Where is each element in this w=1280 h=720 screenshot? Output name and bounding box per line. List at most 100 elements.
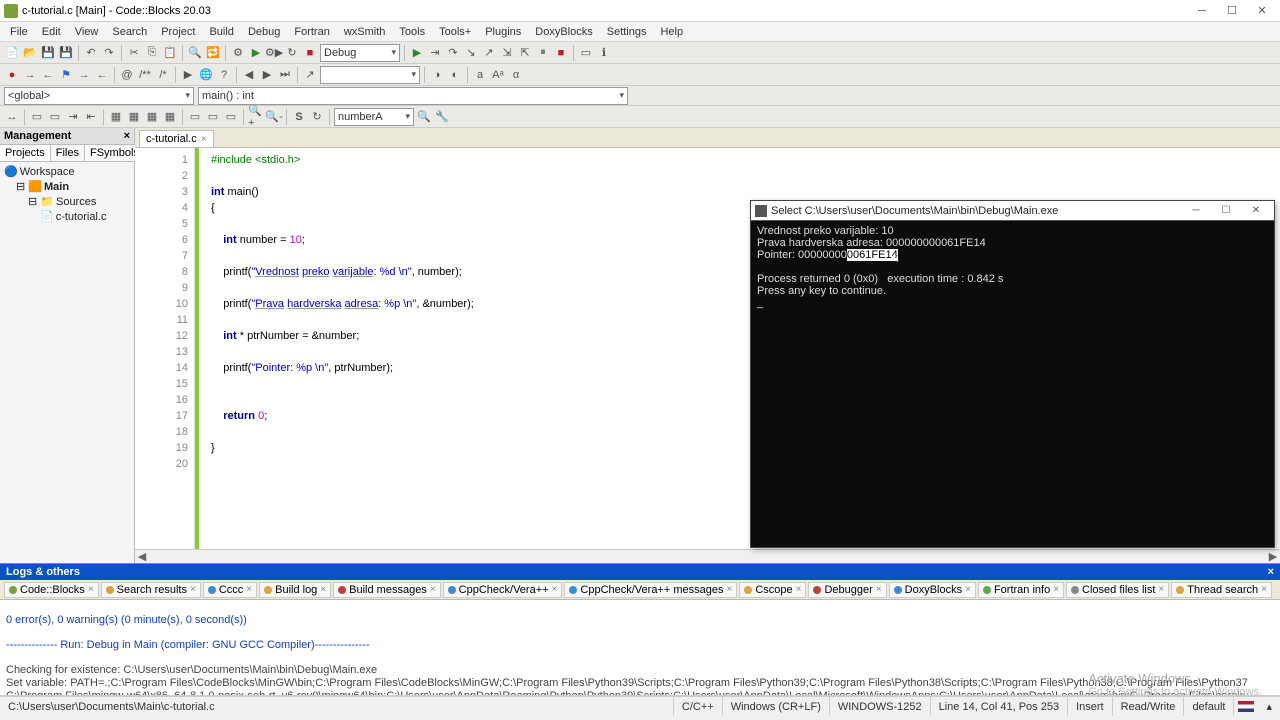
build-run-icon[interactable]: ⚙▶ (266, 45, 282, 61)
log-tab-debugger[interactable]: Debugger × (808, 582, 886, 598)
bp-next-icon[interactable]: → (22, 67, 38, 83)
zoom-out-icon[interactable]: 🔍- (266, 109, 282, 125)
mgmt-tab-files[interactable]: Files (51, 145, 85, 161)
editor-hscroll[interactable]: ◀▶ (135, 549, 1280, 563)
bp-prev-icon[interactable]: ← (40, 67, 56, 83)
menu-build[interactable]: Build (203, 24, 239, 40)
logs-close-icon[interactable]: × (1268, 566, 1274, 578)
text-a-icon[interactable]: a (472, 67, 488, 83)
doxy-chm-icon[interactable]: ? (216, 67, 232, 83)
doxy-run-icon[interactable]: ▶ (180, 67, 196, 83)
unindent-icon[interactable]: ⇤ (83, 109, 99, 125)
save-all-icon[interactable]: 💾 (58, 45, 74, 61)
step-out-icon[interactable]: ↗ (481, 45, 497, 61)
cont-block-icon[interactable]: ▭ (205, 109, 221, 125)
new-file-icon[interactable]: 📄 (4, 45, 20, 61)
tree-project[interactable]: ⊟ 🟧 Main (4, 179, 130, 194)
replace-icon[interactable]: 🔁 (205, 45, 221, 61)
minimize-button[interactable]: ─ (1188, 3, 1216, 19)
maximize-button[interactable]: ☐ (1218, 3, 1246, 19)
management-close-icon[interactable]: × (124, 130, 130, 142)
log-tab-doxyblocks[interactable]: DoxyBlocks × (889, 582, 976, 598)
scope-combo[interactable]: <global> (4, 87, 194, 105)
status-expand-icon[interactable]: ▴ (1258, 697, 1280, 716)
symbol-combo[interactable]: numberA (334, 108, 414, 126)
debug-windows-icon[interactable]: ▭ (578, 45, 594, 61)
select-icon[interactable]: ▭ (29, 109, 45, 125)
abort-icon[interactable]: ■ (302, 45, 318, 61)
log-tab-code-blocks[interactable]: Code::Blocks × (4, 582, 99, 598)
jump-combo[interactable] (320, 66, 420, 84)
menu-tools+[interactable]: Tools+ (433, 24, 477, 40)
menu-settings[interactable]: Settings (601, 24, 653, 40)
text-a-up-icon[interactable]: Aᵃ (490, 67, 506, 83)
menu-file[interactable]: File (4, 24, 34, 40)
lang-flag-icon[interactable] (1238, 701, 1254, 712)
tree-file[interactable]: 📄 c-tutorial.c (4, 209, 130, 224)
strike-icon[interactable]: S (291, 109, 307, 125)
log-output[interactable]: 0 error(s), 0 warning(s) (0 minute(s), 0… (0, 600, 1280, 696)
editor-tab[interactable]: c-tutorial.c× (139, 130, 214, 147)
block4-icon[interactable]: ▦ (162, 109, 178, 125)
tree-folder[interactable]: ⊟ 📁 Sources (4, 194, 130, 209)
sym-opts-icon[interactable]: 🔧 (434, 109, 450, 125)
debug-start-icon[interactable]: ▶ (409, 45, 425, 61)
mgmt-tab-projects[interactable]: Projects (0, 145, 51, 161)
block-icon[interactable]: ▦ (108, 109, 124, 125)
log-tab-cppcheck-vera-messages[interactable]: CppCheck/Vera++ messages × (564, 582, 737, 598)
nav-last-icon[interactable]: ⏭ (277, 67, 293, 83)
log-tab-search-results[interactable]: Search results × (101, 582, 201, 598)
console-titlebar[interactable]: Select C:\Users\user\Documents\Main\bin\… (751, 201, 1274, 221)
menu-debug[interactable]: Debug (242, 24, 286, 40)
menu-wxsmith[interactable]: wxSmith (338, 24, 392, 40)
block2-icon[interactable]: ▦ (126, 109, 142, 125)
bookmark-next-icon[interactable]: → (76, 67, 92, 83)
selection-icon[interactable]: ◐ (447, 67, 463, 83)
highlight-icon[interactable]: ◑ (429, 67, 445, 83)
log-tab-thread-search[interactable]: Thread search × (1171, 582, 1272, 598)
break-block-icon[interactable]: ▭ (187, 109, 203, 125)
zoom-in-icon[interactable]: 🔍+ (248, 109, 264, 125)
menu-tools[interactable]: Tools (393, 24, 431, 40)
log-tab-build-log[interactable]: Build log × (259, 582, 331, 598)
indent-icon[interactable]: ⇥ (65, 109, 81, 125)
menu-fortran[interactable]: Fortran (288, 24, 335, 40)
tree-workspace[interactable]: 🔵 Workspace (4, 164, 130, 179)
text-alpha-icon[interactable]: α (508, 67, 524, 83)
run-to-cursor-icon[interactable]: ⇥ (427, 45, 443, 61)
paste-icon[interactable]: 📋 (162, 45, 178, 61)
open-icon[interactable]: 📂 (22, 45, 38, 61)
log-tab-cscope[interactable]: Cscope × (739, 582, 806, 598)
step-over-icon[interactable]: ↷ (445, 45, 461, 61)
menu-project[interactable]: Project (155, 24, 201, 40)
log-tab-build-messages[interactable]: Build messages × (333, 582, 441, 598)
sym-search-icon[interactable]: 🔍 (416, 109, 432, 125)
log-tab-closed-files-list[interactable]: Closed files list × (1066, 582, 1169, 598)
console-window[interactable]: Select C:\Users\user\Documents\Main\bin\… (750, 200, 1275, 548)
jump-icon[interactable]: ↗ (302, 67, 318, 83)
menu-edit[interactable]: Edit (36, 24, 67, 40)
save-icon[interactable]: 💾 (40, 45, 56, 61)
select2-icon[interactable]: ▭ (47, 109, 63, 125)
refresh-icon[interactable]: ↻ (309, 109, 325, 125)
rebuild-icon[interactable]: ↻ (284, 45, 300, 61)
bookmark-prev-icon[interactable]: ← (94, 67, 110, 83)
tab-close-icon[interactable]: × (201, 134, 207, 145)
doxy-html-icon[interactable]: 🌐 (198, 67, 214, 83)
undo-icon[interactable]: ↶ (83, 45, 99, 61)
close-button[interactable]: ✕ (1248, 3, 1276, 19)
code-area[interactable]: #include <stdio.h>int main(){ int number… (201, 148, 478, 549)
step-into-icon[interactable]: ↘ (463, 45, 479, 61)
redo-icon[interactable]: ↷ (101, 45, 117, 61)
menu-plugins[interactable]: Plugins (479, 24, 527, 40)
break-icon[interactable]: ⏸ (535, 45, 551, 61)
into-instr-icon[interactable]: ⇱ (517, 45, 533, 61)
next-instr-icon[interactable]: ⇲ (499, 45, 515, 61)
info-icon[interactable]: ℹ (596, 45, 612, 61)
block3-icon[interactable]: ▦ (144, 109, 160, 125)
menu-help[interactable]: Help (654, 24, 689, 40)
menu-doxyblocks[interactable]: DoxyBlocks (529, 24, 598, 40)
doxy-block-icon[interactable]: /** (137, 67, 153, 83)
build-target-combo[interactable]: Debug (320, 44, 400, 62)
bp-toggle-icon[interactable]: ● (4, 67, 20, 83)
